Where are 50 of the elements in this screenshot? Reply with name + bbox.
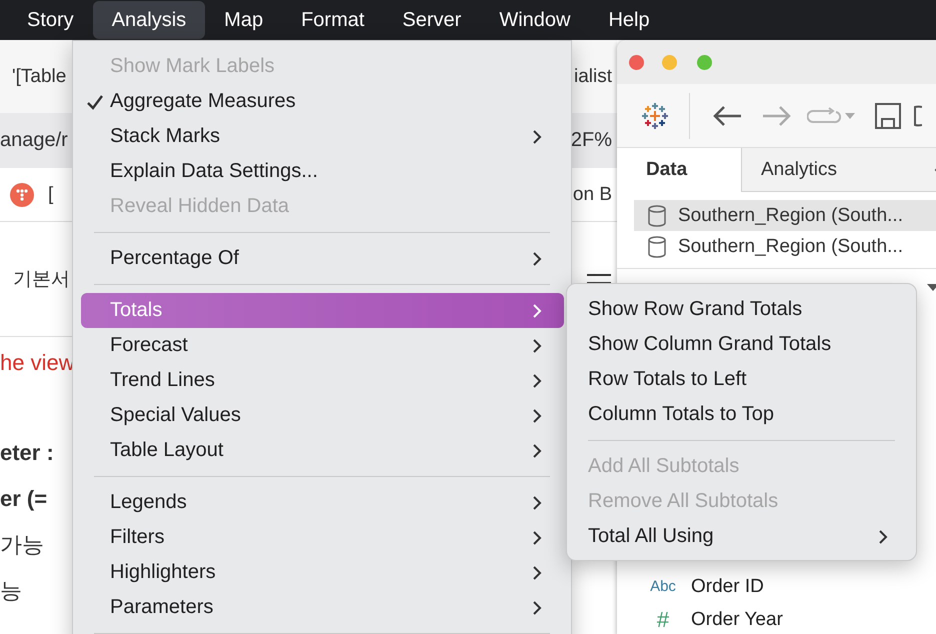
menu-item[interactable]: Legends [81,485,564,520]
back-arrow-icon[interactable] [712,104,742,126]
save-icon[interactable] [875,102,901,128]
tab-title[interactable]: '[Table [12,66,66,88]
address-text[interactable]: 2F% [570,129,612,152]
menu-icon[interactable] [587,273,611,285]
menu-item[interactable]: Explain Data Settings... [81,154,564,189]
menu-item[interactable]: Parameters [81,590,564,625]
heading-text: 기본서 [13,268,70,292]
body-text: eter : [0,439,54,467]
menu-item[interactable]: Totals [81,293,564,328]
bookmark-text[interactable]: on B [572,184,612,206]
menu-item[interactable]: Filters [81,520,564,555]
body-text: er (= [0,485,48,513]
tab-title[interactable]: ialist [574,66,612,88]
body-text: 가능 [0,531,44,559]
menu-item[interactable]: Total All Using [575,519,909,554]
menu-item[interactable]: Trend Lines [81,363,564,398]
crosses-logo-icon[interactable] [641,102,669,130]
body-text: 능 [0,577,22,605]
menu-bar-item[interactable]: Server [383,1,480,39]
caret-icon[interactable] [927,284,936,290]
menu-bar-item[interactable]: Analysis [92,1,206,39]
menu-item[interactable]: Show Column Grand Totals [575,327,909,362]
menu-bar-item[interactable]: Story [8,1,93,39]
menu-item[interactable]: Column Totals to Top [575,397,909,432]
field-type-icon: # [617,606,691,632]
menu-item[interactable]: Special Values [81,398,564,433]
field-name[interactable]: Order Year [691,608,783,630]
close-button[interactable] [629,54,644,70]
menu-bar-item[interactable]: Format [282,1,384,39]
menu-bar-item[interactable]: Help [589,1,669,39]
menu-item[interactable]: Percentage Of [81,241,564,276]
menu-item[interactable]: Forecast [81,328,564,363]
field-name[interactable]: Order ID [691,576,764,598]
menu-item[interactable]: Stack Marks [81,119,564,154]
field-type-icon: Abc [617,578,691,595]
dotted-circle-icon [10,182,34,206]
bookmark-text[interactable]: [ [48,184,54,206]
menu-item[interactable]: Highlighters [81,555,564,590]
panel-tab[interactable]: Analytics [741,148,936,192]
menu-item[interactable]: Row Totals to Left [575,362,909,397]
menu-item[interactable]: Table Layout [81,433,564,468]
menu-item[interactable]: Show Row Grand Totals [575,292,909,327]
data-source-item[interactable]: Southern_Region (South... [634,231,936,262]
menu-item[interactable]: Aggregate Measures [81,84,564,119]
data-source-item[interactable]: Southern_Region (South... [634,200,936,231]
address-text[interactable]: anage/r [0,129,68,152]
menu-bar-item[interactable]: Window [480,1,590,39]
menu-bar-item[interactable]: Map [205,1,282,39]
